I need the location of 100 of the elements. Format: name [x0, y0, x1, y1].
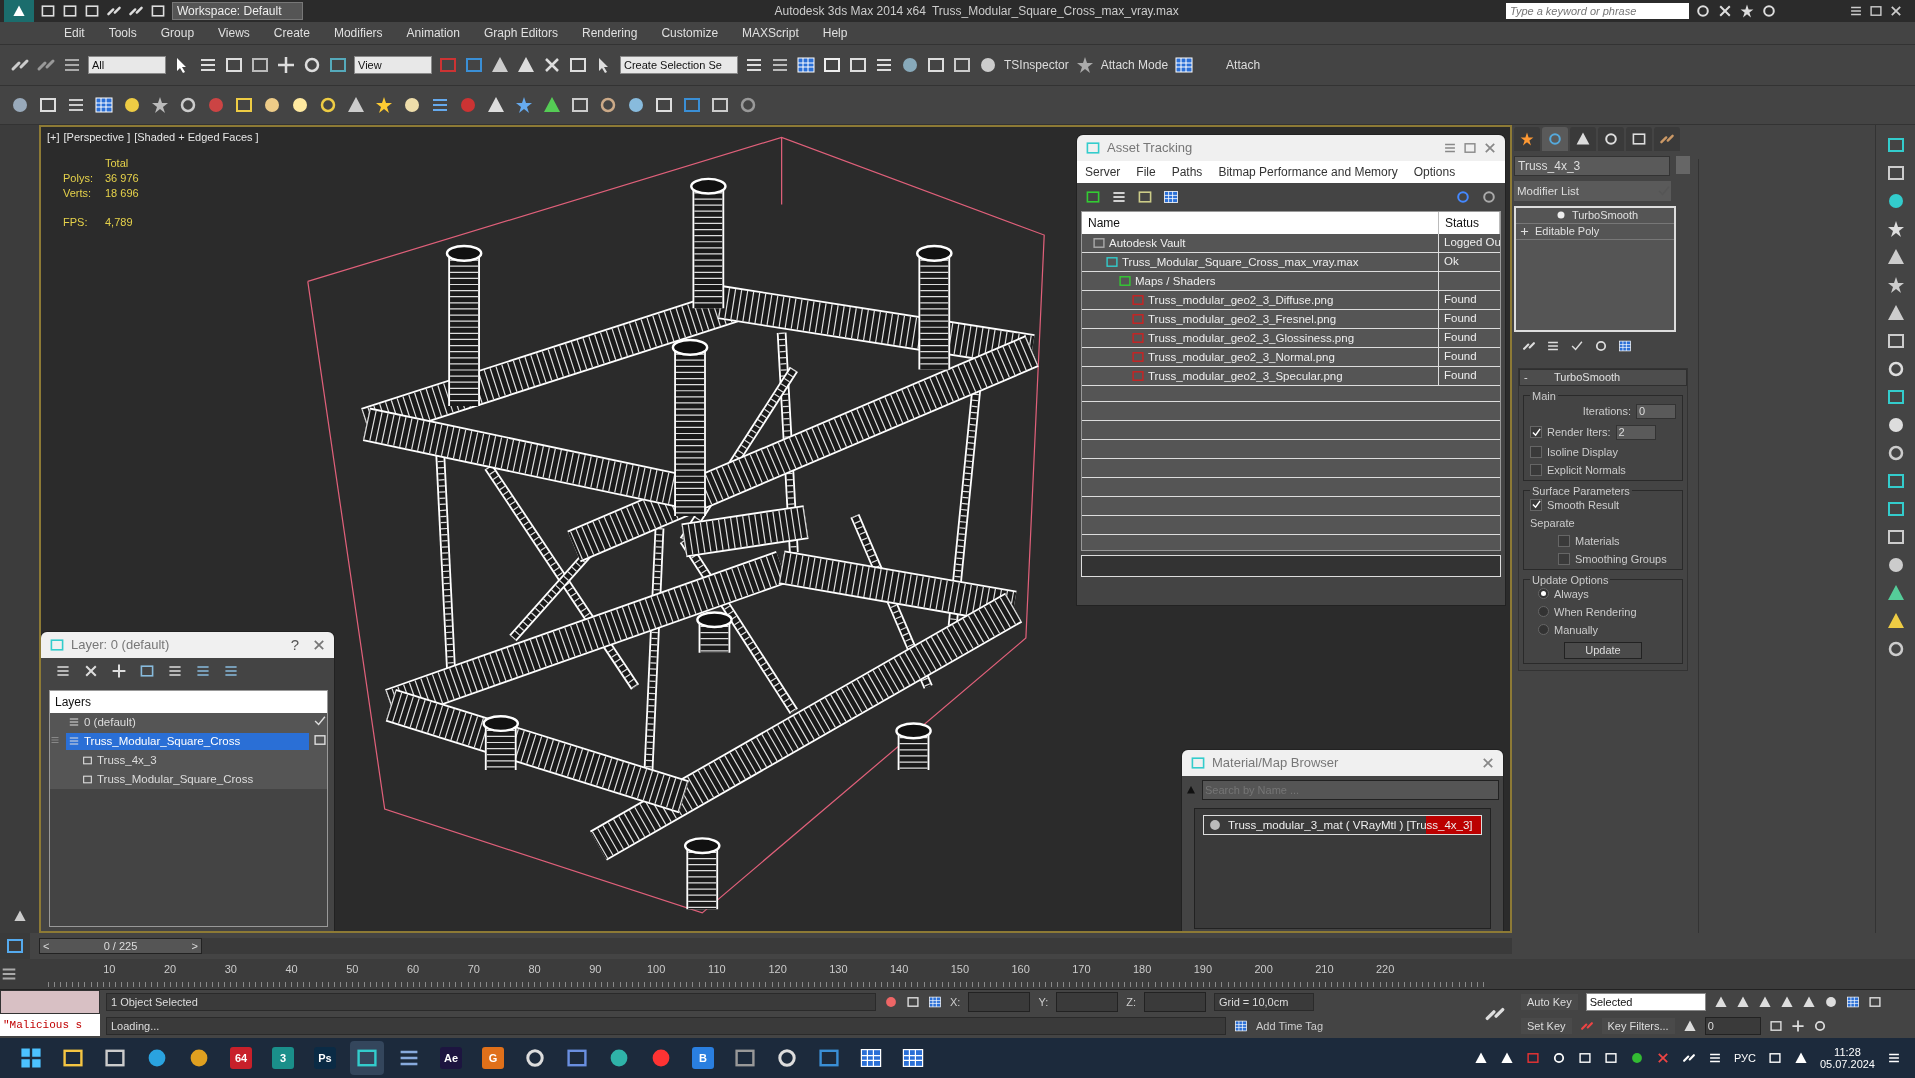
frame-tick-label: 30 — [223, 962, 238, 978]
reference-coordinate-dropdown[interactable]: View — [354, 55, 432, 74]
menu-item[interactable]: Modifiers — [321, 25, 395, 40]
frame-tick-label: 180 — [1131, 962, 1153, 978]
stat-label: FPS: — [63, 215, 89, 228]
grid-size: Grid = 10,0cm — [1214, 993, 1314, 1012]
viewport-label[interactable]: [+] — [47, 130, 60, 143]
menu-item[interactable]: Animation — [394, 25, 472, 40]
layer-item[interactable]: Truss_Modular_Square_Cross — [66, 732, 309, 750]
asset-status-cell-text: Found — [1443, 367, 1478, 383]
frame-tick-label: 110 — [707, 962, 727, 978]
app-tile-icon[interactable]: Ae — [440, 1047, 462, 1070]
asset-name-cell[interactable]: Truss_modular_geo2_3_Glossiness.png — [1082, 328, 1439, 347]
slider-next[interactable]: > — [191, 940, 198, 953]
frame-tick-label: 210 — [1314, 962, 1335, 978]
app-tile-icon[interactable]: Ps — [314, 1047, 336, 1070]
slider-prev[interactable]: < — [43, 940, 50, 953]
column-header: Layers — [50, 690, 327, 713]
checkbox[interactable]: Isoline Display — [1530, 445, 1676, 458]
frame-tick-label: 40 — [284, 962, 299, 978]
set-key-button[interactable]: Set Key — [1521, 1018, 1572, 1035]
menu-item[interactable]: Tools — [96, 25, 149, 40]
viewport-label[interactable]: [Perspective ] — [63, 130, 131, 143]
rollout-header[interactable]: - TurboSmooth — [1519, 368, 1687, 386]
checkbox[interactable]: Explicit Normals — [1530, 463, 1676, 476]
frame-tick-label: 220 — [1374, 962, 1396, 978]
render-iters-spinner[interactable]: 2 — [1615, 424, 1656, 440]
modifier-stack-item[interactable]: Editable Poly — [1516, 223, 1674, 240]
frame-tick-label: 60 — [406, 962, 421, 978]
menu-item[interactable]: Customize — [649, 25, 731, 40]
group-label: Main — [1531, 389, 1557, 402]
stat-label: Polys: — [63, 171, 94, 184]
iterations-spinner[interactable]: 0 — [1636, 403, 1676, 419]
menu-item[interactable]: Edit — [52, 25, 97, 40]
asset-name-cell[interactable]: Maps / Shaders — [1082, 271, 1439, 290]
menu-item[interactable]: Server — [1085, 164, 1121, 179]
column-header[interactable]: Name — [1082, 211, 1439, 234]
app-tile-icon[interactable]: 3 — [272, 1047, 294, 1070]
workspace-dropdown[interactable]: Workspace: Default — [172, 2, 303, 20]
stat-value: 36 976 — [105, 171, 139, 184]
menu-item[interactable]: Graph Editors — [471, 25, 570, 40]
window-title: Material/Map Browser — [1212, 755, 1340, 771]
asset-name-cell[interactable]: Truss_modular_geo2_3_Fresnel.png — [1082, 309, 1439, 328]
add-time-tag-button[interactable]: Add Time Tag — [1256, 1020, 1324, 1033]
asset-name-cell[interactable]: Truss_modular_geo2_3_Specular.png — [1082, 366, 1439, 385]
attach-button[interactable]: Attach — [1226, 57, 1261, 72]
app-tile-icon[interactable]: 64 — [230, 1047, 252, 1070]
checkbox[interactable]: Materials — [1558, 534, 1676, 547]
radio-option[interactable]: Manually — [1530, 623, 1676, 636]
current-frame-field[interactable]: 0 — [1704, 1017, 1761, 1036]
checkbox[interactable]: Smooth Result — [1530, 498, 1676, 511]
clock[interactable]: 11:28 05.07.2024 — [1819, 1046, 1875, 1071]
asset-status-cell-text: Ok — [1443, 253, 1460, 269]
time-slider-thumb[interactable]: < 0 / 225 > — [39, 938, 202, 955]
field-label: Z: — [1126, 996, 1136, 1009]
search-field[interactable]: Type a keyword or phrase — [1506, 3, 1689, 19]
update-button[interactable]: Update — [1564, 641, 1642, 659]
menu-item[interactable]: Group — [148, 25, 207, 40]
radio-option[interactable]: When Rendering — [1530, 605, 1676, 618]
viewport-label[interactable]: [Shaded + Edged Faces ] — [134, 130, 259, 143]
auto-key-button[interactable]: Auto Key — [1521, 994, 1578, 1011]
menu-item[interactable]: Views — [206, 25, 262, 40]
selection-filter-dropdown[interactable]: All — [88, 55, 166, 74]
menu-item[interactable]: Paths — [1171, 164, 1203, 179]
modifier-stack-item[interactable]: TurboSmooth — [1516, 207, 1674, 224]
attach-mode-button[interactable]: Attach Mode — [1100, 57, 1169, 72]
column-header[interactable]: Status — [1439, 211, 1500, 234]
app-tile-icon[interactable]: B — [692, 1047, 714, 1070]
frame-tick-label: 140 — [888, 962, 910, 978]
asset-name-cell[interactable]: Truss_modular_geo2_3_Diffuse.png — [1082, 290, 1439, 309]
menu-item[interactable]: Bitmap Performance and Memory — [1218, 164, 1398, 179]
tsinspector-button[interactable]: TSInspector — [1004, 57, 1069, 72]
frame-tick-label: 160 — [1010, 962, 1031, 978]
window-title: Asset Tracking — [1107, 140, 1194, 156]
asset-name-cell[interactable]: Autodesk Vault — [1082, 233, 1439, 252]
named-selection-dropdown[interactable]: Create Selection Se — [620, 55, 738, 74]
frame-tick-label: 20 — [163, 962, 178, 978]
menu-item[interactable]: Help — [810, 25, 860, 40]
modifier-list-dropdown[interactable]: Modifier List — [1514, 180, 1671, 201]
checkbox[interactable]: Smoothing Groups — [1558, 552, 1676, 565]
key-filters-button[interactable]: Key Filters... — [1601, 1018, 1675, 1035]
object-name-field[interactable]: Truss_4x_3 — [1514, 155, 1670, 176]
frame-tick-label: 120 — [767, 962, 788, 978]
time-slider[interactable]: < 0 / 225 > — [39, 938, 1512, 955]
stats-header: Total — [105, 156, 130, 169]
menu-item[interactable]: Create — [261, 25, 322, 40]
material-item[interactable]: Truss_modular_3_mat ( VRayMtl ) [Truss_4x_3] — [1203, 814, 1482, 835]
menu-item[interactable]: Options — [1413, 164, 1456, 179]
asset-name-cell[interactable]: Truss_modular_geo2_3_Normal.png — [1082, 347, 1439, 366]
language-indicator[interactable]: РУС — [1733, 1052, 1756, 1065]
radio-option[interactable]: Always — [1530, 587, 1676, 600]
group-label: Update Options — [1531, 573, 1610, 586]
frame-tick-label: 190 — [1192, 962, 1214, 978]
help-button[interactable]: ? — [284, 636, 306, 654]
asset-name-cell[interactable]: Truss_Modular_Square_Cross_max_vray.max — [1082, 252, 1439, 271]
menu-item[interactable]: MAXScript — [730, 25, 811, 40]
key-mode-dropdown[interactable]: Selected — [1585, 993, 1706, 1012]
menu-item[interactable]: File — [1136, 164, 1156, 179]
menu-item[interactable]: Rendering — [570, 25, 650, 40]
listener-output[interactable]: "Malicious s — [0, 1014, 100, 1037]
